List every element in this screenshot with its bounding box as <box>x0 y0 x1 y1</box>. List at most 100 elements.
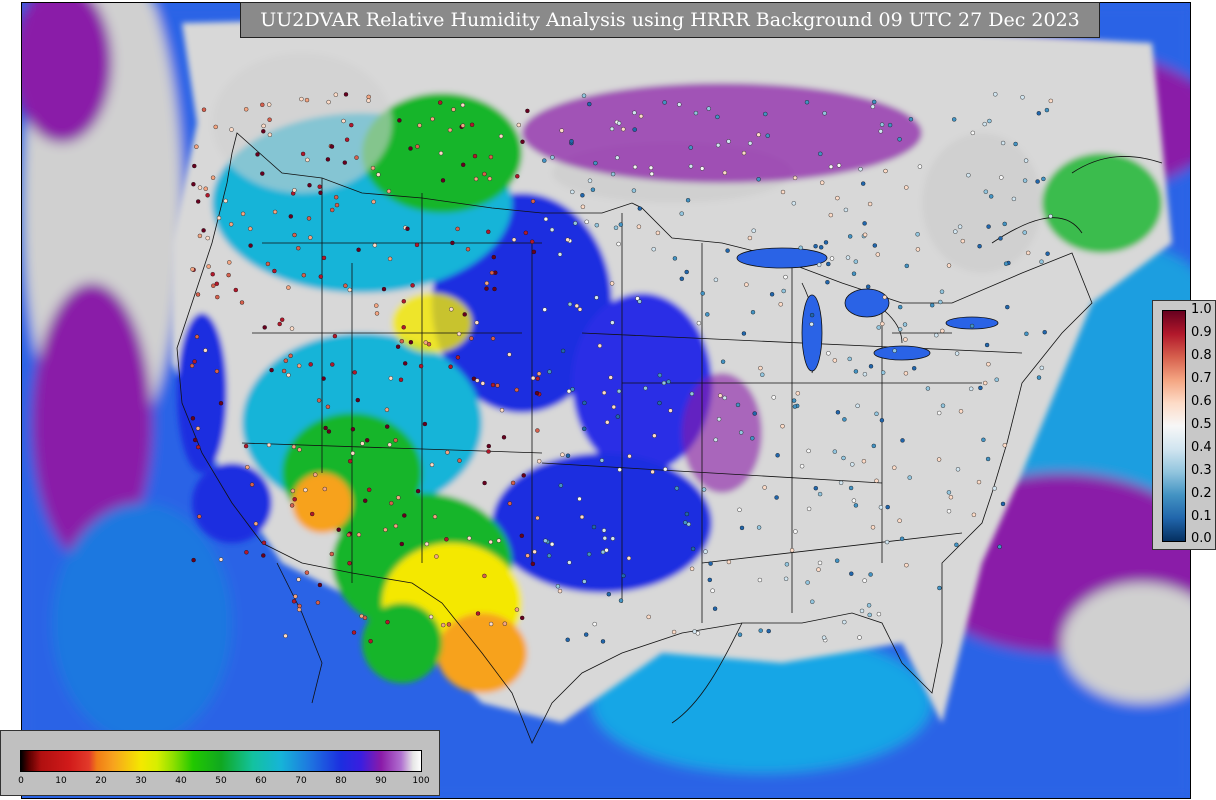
station-dot <box>203 186 208 191</box>
station-dot <box>868 572 873 577</box>
station-dot <box>321 255 327 261</box>
station-dot <box>679 211 684 216</box>
station-dot <box>356 532 362 537</box>
station-dot <box>866 603 872 608</box>
station-dot <box>937 585 942 591</box>
station-dot <box>798 245 803 251</box>
station-dot <box>828 164 834 170</box>
station-dot <box>946 490 952 495</box>
station-dot <box>862 578 867 583</box>
station-dot <box>683 520 688 525</box>
station-dot <box>818 151 823 157</box>
station-dot <box>898 304 903 310</box>
station-dot <box>194 144 199 149</box>
station-dot <box>579 514 585 520</box>
station-dot <box>525 108 530 114</box>
station-dot <box>495 383 500 388</box>
station-dot <box>313 472 318 477</box>
station-dot <box>867 201 873 207</box>
station-dot <box>557 252 563 257</box>
station-dot <box>1048 213 1053 219</box>
station-dot <box>543 538 548 543</box>
station-dot <box>870 104 875 109</box>
station-dot <box>954 542 959 547</box>
station-dot <box>748 141 753 146</box>
station-dot <box>362 615 368 620</box>
station-dot <box>978 385 983 391</box>
station-dot <box>525 553 530 558</box>
station-dot <box>591 524 597 530</box>
station-dot <box>550 155 555 160</box>
station-dot <box>293 594 298 599</box>
obs-tick-label: 0.5 <box>1191 417 1212 432</box>
station-dot <box>487 176 492 181</box>
station-dot <box>841 455 846 461</box>
station-dot <box>793 529 798 534</box>
station-dot <box>850 462 855 467</box>
station-dot <box>206 264 211 269</box>
station-dot <box>296 577 301 582</box>
station-dot <box>1005 304 1010 310</box>
station-dot <box>655 230 661 236</box>
station-dot <box>1039 365 1044 371</box>
station-dot <box>434 554 439 559</box>
station-dot <box>616 121 622 126</box>
station-dot <box>720 359 726 364</box>
station-dot <box>321 376 326 381</box>
station-dot <box>725 248 730 253</box>
station-dot <box>229 127 234 132</box>
station-dot <box>484 286 489 291</box>
station-dot <box>774 495 779 500</box>
station-dot <box>346 532 351 538</box>
station-dot <box>197 185 203 190</box>
station-dot <box>365 438 370 443</box>
map-title: UU2DVAR Relative Humidity Analysis using… <box>240 2 1100 38</box>
station-dot <box>713 277 719 282</box>
station-dot <box>280 317 285 322</box>
station-dot <box>848 485 854 491</box>
station-dot <box>376 172 381 177</box>
station-dot <box>594 295 599 300</box>
station-dot <box>780 424 785 429</box>
station-dot <box>853 259 858 264</box>
station-dot <box>484 281 489 286</box>
station-dot <box>646 614 651 620</box>
station-dot <box>750 310 756 315</box>
station-dot <box>602 390 607 395</box>
station-dot <box>605 420 610 425</box>
station-dot <box>1011 196 1017 202</box>
station-dot <box>685 197 691 203</box>
station-dot <box>783 274 788 280</box>
station-dot <box>292 232 297 238</box>
station-dot <box>441 622 446 628</box>
station-dot <box>467 536 472 541</box>
station-dot <box>752 411 757 416</box>
station-dot <box>651 246 656 252</box>
station-dot <box>903 371 909 376</box>
station-dot <box>599 458 605 463</box>
station-dot <box>472 153 478 159</box>
station-dot <box>663 467 668 472</box>
station-dot <box>201 107 207 112</box>
station-dot <box>547 369 552 374</box>
station-dot <box>954 351 960 356</box>
station-dot <box>722 170 727 176</box>
station-dot <box>867 612 872 618</box>
station-dot <box>342 160 347 165</box>
station-dot <box>713 437 718 442</box>
station-dot <box>883 168 888 174</box>
rh-tick-label: 90 <box>375 776 387 786</box>
station-dot <box>760 372 765 377</box>
station-dot <box>637 206 642 211</box>
station-dot <box>560 348 566 354</box>
station-dot <box>355 397 360 403</box>
station-dot <box>813 486 818 491</box>
station-dot <box>514 387 519 393</box>
station-dot <box>267 132 273 138</box>
station-dot <box>1035 179 1040 184</box>
station-dot <box>825 280 830 285</box>
station-dot <box>215 294 220 300</box>
station-dot <box>915 232 920 237</box>
station-dot <box>692 629 697 634</box>
station-dot <box>360 441 365 446</box>
